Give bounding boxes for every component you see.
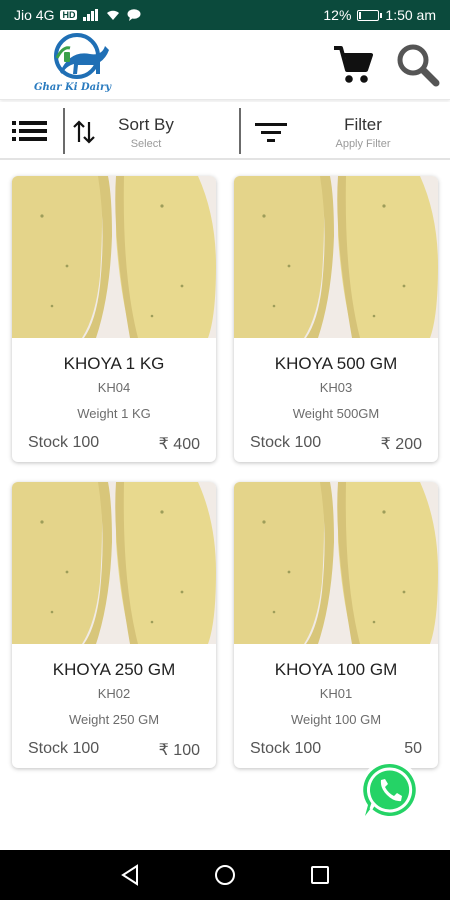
product-weight: Weight 1 KG [77, 406, 151, 421]
sort-arrows-icon [73, 120, 95, 144]
filter-label: Filter [344, 115, 382, 134]
recent-apps-icon[interactable] [309, 864, 331, 886]
product-price: ₹ 200 [380, 436, 422, 453]
toolbar-divider [239, 108, 241, 154]
product-weight: Weight 500GM [292, 406, 380, 421]
product-image[interactable] [12, 176, 216, 338]
sort-by-subtitle: Select [130, 138, 162, 150]
product-price: ₹ 100 [158, 742, 200, 759]
back-icon[interactable] [118, 863, 142, 887]
product-weight: Weight 100 GM [290, 712, 382, 727]
battery-icon [357, 9, 383, 21]
product-name: KHOYA 250 GM [52, 660, 176, 679]
product-code: KH01 [319, 686, 353, 701]
product-card[interactable]: KHOYA 1 KG KH04 Weight 1 KG Stock 100 ₹ … [12, 176, 216, 462]
carrier-label: Jio 4G [14, 7, 55, 23]
sort-by-button[interactable]: Sort By Select [66, 102, 238, 160]
product-name: KHOYA 1 KG [63, 354, 165, 373]
signal-icon [83, 9, 99, 21]
product-image[interactable] [234, 176, 438, 338]
product-weight: Weight 250 GM [68, 712, 160, 727]
product-price: ₹ 400 [158, 436, 200, 453]
product-card[interactable]: KHOYA 100 GM KH01 Weight 100 GM Stock 10… [234, 482, 438, 768]
product-stock: Stock 100 [250, 434, 322, 451]
product-price: 50 [404, 740, 422, 757]
search-icon[interactable] [394, 41, 442, 89]
clock: 1:50 am [385, 7, 436, 23]
product-stock: Stock 100 [28, 434, 100, 451]
filter-icon [255, 123, 287, 142]
shopping-cart-icon[interactable] [332, 44, 374, 86]
product-code: KH02 [97, 686, 131, 701]
product-image[interactable] [12, 482, 216, 644]
product-code: KH04 [97, 380, 131, 395]
status-bar: Jio 4G HD 12% 1:50 am [0, 0, 450, 30]
app-header: Ghar Ki Dairy [0, 30, 450, 100]
hd-badge: HD [60, 10, 78, 20]
battery-percent: 12% [323, 7, 352, 23]
whatsapp-icon[interactable] [358, 758, 422, 822]
toolbar-divider [63, 108, 65, 154]
filter-subtitle: Apply Filter [335, 138, 391, 150]
system-navigation-bar [0, 850, 450, 900]
product-stock: Stock 100 [250, 740, 322, 757]
list-menu-icon[interactable] [10, 116, 50, 146]
cow-logo-icon [54, 33, 109, 79]
product-stock: Stock 100 [28, 740, 100, 757]
brand-name: Ghar Ki Dairy [34, 82, 112, 93]
sort-filter-bar: Sort By Select Filter Apply Filter [0, 102, 450, 160]
filter-button[interactable]: Filter Apply Filter [242, 102, 450, 160]
home-icon[interactable] [213, 863, 237, 887]
product-name: KHOYA 500 GM [274, 354, 398, 373]
product-image[interactable] [234, 482, 438, 644]
sort-by-label: Sort By [118, 115, 174, 134]
app-screen: Jio 4G HD 12% 1:50 am Ghar Ki Dairy Sort… [0, 0, 450, 900]
wifi-icon [107, 10, 120, 20]
product-name: KHOYA 100 GM [274, 660, 398, 679]
product-code: KH03 [319, 380, 353, 395]
product-card[interactable]: KHOYA 500 GM KH03 Weight 500GM Stock 100… [234, 176, 438, 462]
product-card[interactable]: KHOYA 250 GM KH02 Weight 250 GM Stock 10… [12, 482, 216, 768]
brand-logo[interactable]: Ghar Ki Dairy [30, 32, 125, 96]
message-icon [127, 9, 141, 21]
